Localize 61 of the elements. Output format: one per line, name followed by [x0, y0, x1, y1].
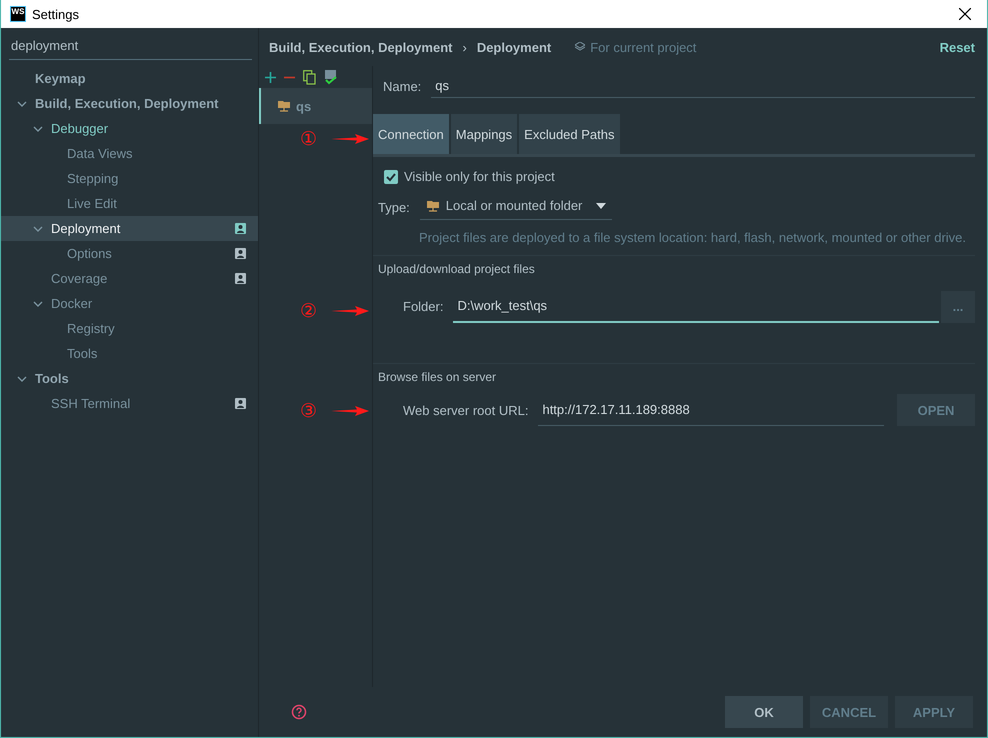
tree-item[interactable]: Build, Execution, Deployment: [1, 91, 258, 116]
url-label: Web server root URL:: [403, 402, 528, 418]
scope-label: For current project: [590, 40, 696, 54]
tree-item[interactable]: Coverage: [1, 266, 258, 291]
chevron-icon[interactable]: [33, 298, 43, 308]
checkbox-label: Visible only for this project: [404, 169, 555, 184]
tree-item[interactable]: Keymap: [1, 66, 258, 91]
annotation-number: ②: [300, 300, 318, 322]
browse-button[interactable]: ...: [941, 290, 975, 322]
network-folder-icon: [277, 99, 291, 113]
app-logo: WS: [10, 6, 26, 22]
section-title: Browse files on server: [373, 363, 975, 384]
help-icon[interactable]: [291, 704, 307, 720]
network-folder-icon: [426, 198, 440, 212]
name-label: Name:: [383, 78, 422, 94]
open-button[interactable]: OPEN: [897, 394, 975, 426]
checkbox[interactable]: [384, 170, 398, 184]
type-description: Project files are deployed to a file system location: hard, flash, network, mounted or other drive.: [419, 230, 967, 245]
section-title: Upload/download project files: [373, 255, 975, 276]
dropdown-caret-icon: [596, 202, 606, 210]
tab[interactable]: Connection: [373, 114, 449, 154]
dialog-button[interactable]: CANCEL: [810, 696, 888, 728]
chevron-icon[interactable]: [17, 98, 27, 108]
close-icon: [959, 8, 971, 20]
dialog-button[interactable]: APPLY: [895, 696, 973, 728]
type-dropdown[interactable]: Local or mounted folder: [420, 194, 612, 220]
tab[interactable]: Excluded Paths: [519, 114, 620, 154]
copy-icon[interactable]: [303, 70, 316, 84]
url-field[interactable]: http://172.17.11.189:8888: [538, 394, 884, 426]
dialog-button[interactable]: OK: [725, 696, 803, 728]
reset-link[interactable]: Reset: [940, 40, 975, 54]
breadcrumb-separator: ›: [462, 40, 467, 54]
annotation-number: ③: [300, 400, 318, 422]
scope-icon: [575, 42, 586, 52]
chevron-icon[interactable]: [33, 124, 43, 134]
folder-field[interactable]: D:\work_test\qs: [453, 290, 939, 323]
tree-item[interactable]: Live Edit: [1, 191, 258, 216]
tree-item[interactable]: Docker: [1, 291, 258, 316]
tree-item[interactable]: Options: [1, 241, 258, 266]
folder-label: Folder:: [403, 299, 444, 314]
search-field[interactable]: deployment: [9, 36, 252, 60]
tree-item[interactable]: Stepping: [1, 166, 258, 191]
tree-item[interactable]: Debugger: [1, 116, 258, 141]
tree-item[interactable]: Tools: [1, 341, 258, 366]
server-item[interactable]: qs: [259, 88, 372, 124]
annotation-number: ①: [300, 128, 318, 150]
name-field[interactable]: qs: [431, 74, 975, 98]
breadcrumb-current: Deployment: [476, 40, 552, 54]
chevron-icon[interactable]: [33, 224, 43, 234]
server-check-icon[interactable]: [324, 70, 337, 84]
type-label: Type:: [378, 200, 410, 214]
tree-item[interactable]: Deployment: [1, 216, 258, 241]
breadcrumb-parent: Build, Execution, Deployment: [269, 40, 452, 54]
tree-item[interactable]: Data Views: [1, 141, 258, 166]
window-title: Settings: [32, 6, 80, 22]
chevron-icon[interactable]: [17, 374, 27, 384]
add-icon[interactable]: [265, 72, 276, 82]
tree-item[interactable]: SSH Terminal: [1, 391, 258, 416]
tab[interactable]: Mappings: [450, 114, 518, 154]
tree-item[interactable]: Tools: [1, 366, 258, 391]
tree-item[interactable]: Registry: [1, 316, 258, 341]
